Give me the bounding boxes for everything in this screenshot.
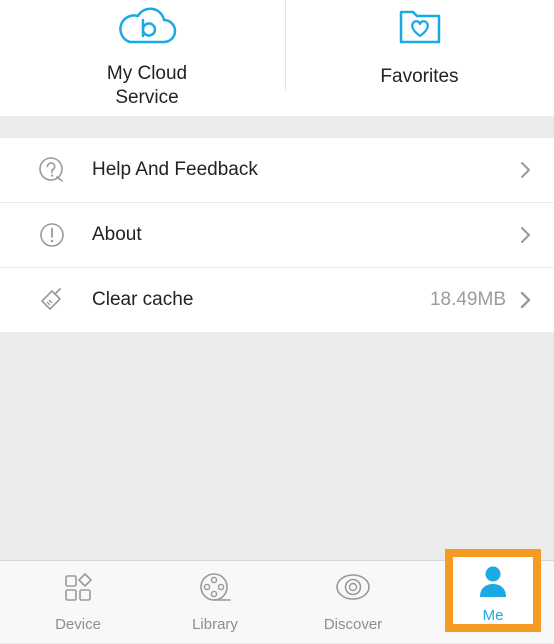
eye-lens-icon [334,572,372,609]
help-and-feedback-row[interactable]: Help And Feedback [0,138,554,202]
tab-device-label: Device [55,616,101,633]
about-row[interactable]: About [0,203,554,267]
device-grid-icon [63,572,93,609]
exclamation-circle-icon [38,221,66,249]
help-and-feedback-label: Help And Feedback [92,159,258,180]
about-label: About [92,224,142,245]
tab-me-label: Me [482,607,504,624]
chevron-right-icon [520,291,532,314]
chevron-right-icon [520,161,532,184]
bottom-tab-bar: Device Library Discover Me [0,549,554,644]
tab-discover[interactable]: Discover [284,561,422,644]
clear-cache-row[interactable]: Clear cache 18.49MB [0,268,554,332]
clear-cache-label: Clear cache [92,289,194,310]
cloud-b-icon [116,6,178,51]
tab-library[interactable]: Library [146,561,284,644]
heart-folder-icon [395,6,445,51]
tab-library-label: Library [192,616,238,633]
tab-discover-label: Discover [323,616,383,633]
settings-menu: Help And Feedback About Clear cache 18.4… [0,138,554,332]
favorites-button[interactable]: Favorites [285,0,554,116]
top-shortcuts-panel: My Cloud Service Favorites [0,0,554,116]
favorites-label: Favorites [380,66,459,87]
film-reel-icon [198,572,232,609]
question-circle-icon [38,156,66,184]
tab-device[interactable]: Device [9,561,147,644]
my-cloud-service-label: My Cloud Service [106,63,188,108]
my-cloud-service-button[interactable]: My Cloud Service [9,0,285,116]
broom-icon [38,286,66,314]
tab-me[interactable]: Me [445,549,541,632]
person-icon [477,564,509,605]
chevron-right-icon [520,226,532,249]
cache-size-value: 18.49MB [429,289,506,310]
